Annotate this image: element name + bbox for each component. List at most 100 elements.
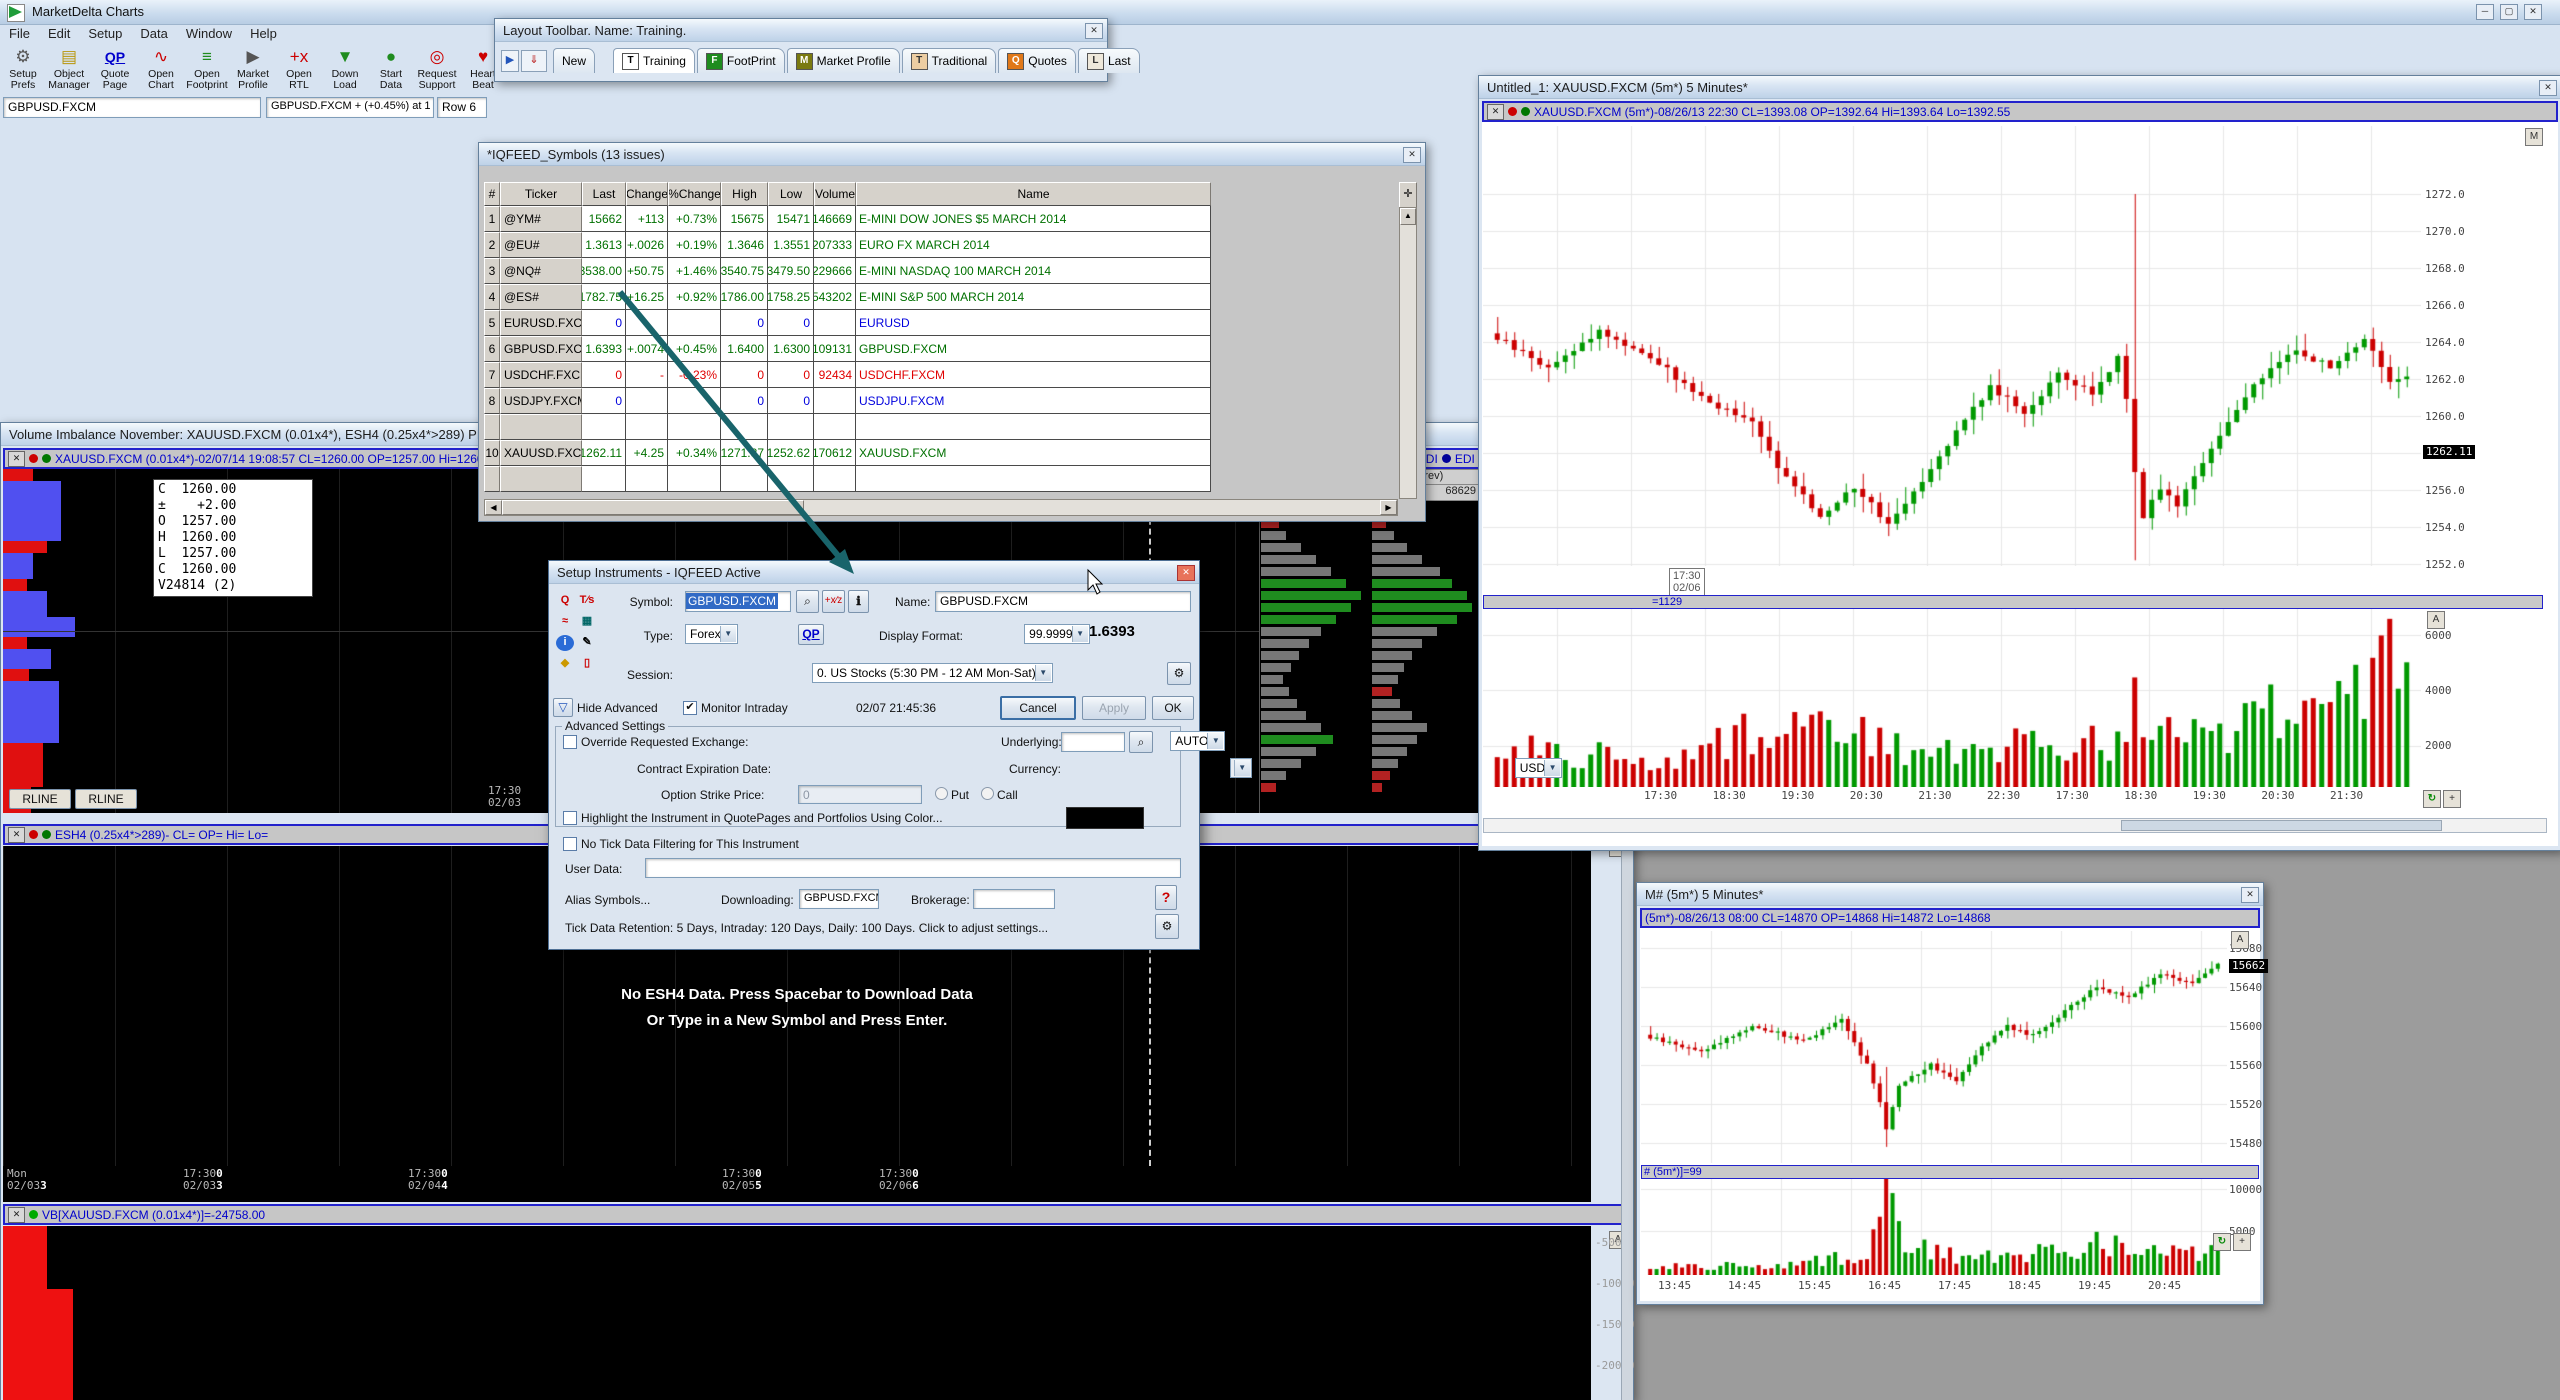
layout-toolbar-titlebar[interactable]: Layout Toolbar. Name: Training. [495, 19, 1107, 42]
override-exchange-dropdown[interactable]: AUTO▼ [1170, 731, 1225, 751]
table-cell[interactable] [500, 414, 582, 440]
untitled1-titlebar[interactable]: Untitled_1: XAUUSD.FXCM (5m*) 5 Minutes* [1479, 76, 2560, 99]
horizontal-scrollbar[interactable] [1483, 818, 2547, 833]
cancel-button[interactable]: Cancel [1000, 696, 1076, 720]
toolbar-button-request-support[interactable]: ◎RequestSupport [415, 45, 459, 91]
rline-button[interactable]: RLINE [75, 789, 137, 809]
column-header-last[interactable]: Last [582, 182, 626, 206]
underlying-search-icon[interactable]: ⌕ [1129, 731, 1153, 753]
table-cell[interactable]: 7 [484, 362, 500, 388]
delete-icon[interactable]: ▯ [578, 656, 596, 672]
table-cell[interactable]: @EU# [500, 232, 582, 258]
maximize-button[interactable]: ▢ [2500, 4, 2518, 20]
table-cell[interactable]: XAUUSD.FXCM [500, 440, 582, 466]
close-button[interactable]: ✕ [2524, 4, 2542, 20]
info-circle-icon[interactable]: ℹ [848, 590, 869, 613]
close-pane-icon[interactable]: ✕ [8, 451, 25, 467]
table-row[interactable]: 10XAUUSD.FXCM1262.11+4.25+0.34%1271.8712… [484, 440, 1211, 466]
table-cell[interactable]: 6 [484, 336, 500, 362]
symbol-input[interactable]: GBPUSD.FXCM [3, 97, 261, 118]
apply-button[interactable]: Apply [1082, 696, 1146, 720]
close-pane-icon[interactable]: ✕ [1487, 104, 1504, 120]
close-pane-icon[interactable]: ✕ [8, 827, 25, 843]
currency-dropdown[interactable]: USD▼ [1515, 758, 1562, 778]
tab-last[interactable]: LLast [1078, 48, 1140, 73]
alert-bell-icon[interactable]: ◆ [556, 656, 574, 672]
downloading-field[interactable]: GBPUSD.FXCM [799, 889, 879, 909]
column-header-name[interactable]: Name [856, 182, 1211, 206]
zoom-in-button[interactable]: + [2233, 1233, 2251, 1251]
menu-file[interactable]: File [0, 24, 39, 43]
toolbar-button-object-manager[interactable]: ▤ObjectManager [47, 45, 91, 91]
table-row[interactable]: 8USDJPY.FXCM000USDJPU.FXCM [484, 388, 1211, 414]
maximize-pane-button[interactable]: M [2525, 128, 2543, 146]
menu-edit[interactable]: Edit [39, 24, 79, 43]
table-cell[interactable] [484, 414, 500, 440]
table-cell[interactable]: 5 [484, 310, 500, 336]
menu-help[interactable]: Help [241, 24, 286, 43]
table-cell[interactable] [484, 466, 500, 492]
ym-titlebar[interactable]: M# (5m*) 5 Minutes* [1637, 883, 2263, 906]
menu-window[interactable]: Window [177, 24, 241, 43]
volume-chart[interactable] [1641, 1179, 2227, 1275]
table-cell[interactable]: @ES# [500, 284, 582, 310]
table-cell[interactable]: EURUSD.FXCM [500, 310, 582, 336]
table-row[interactable] [484, 466, 1211, 492]
table-cell[interactable]: USDJPY.FXCM [500, 388, 582, 414]
user-data-field[interactable] [645, 858, 1181, 878]
tick-retention-link[interactable]: Tick Data Retention: 5 Days, Intraday: 1… [565, 921, 1048, 935]
put-radio[interactable] [935, 787, 948, 800]
table-row[interactable]: 2@EU#1.3613+.0026+0.19%1.36461.355120733… [484, 232, 1211, 258]
table-horizontal-scrollbar[interactable]: ◀ ▶ [484, 499, 1398, 516]
play-icon[interactable]: ▶ [501, 50, 519, 72]
column-header-change[interactable]: %Change [668, 182, 721, 206]
table-cell[interactable]: 4 [484, 284, 500, 310]
menu-setup[interactable]: Setup [79, 24, 131, 43]
tab-footprint[interactable]: FFootPrint [697, 48, 785, 73]
table-cell[interactable]: USDCHF.FXCM [500, 362, 582, 388]
tab-new[interactable]: New [553, 48, 595, 73]
symbol-field[interactable]: GBPUSD.FXCM [685, 591, 791, 612]
retention-gear-icon[interactable]: ⚙ [1155, 914, 1179, 939]
info-icon[interactable]: i [556, 635, 574, 651]
untitled1-close-icon[interactable]: ✕ [2539, 80, 2557, 96]
highlight-color-swatch[interactable] [1066, 807, 1144, 829]
dialog-close-icon[interactable]: ✕ [1177, 565, 1195, 581]
table-row[interactable]: 1@YM#15662+113+0.73%1567515471146669E-MI… [484, 206, 1211, 232]
toolbar-button-quote-page[interactable]: QPQuotePage [93, 45, 137, 91]
volume-chart[interactable] [1483, 609, 2421, 787]
xyz-add-icon[interactable]: +x⁄z [822, 590, 845, 613]
close-pane-icon[interactable]: ✕ [8, 1207, 25, 1223]
table-row[interactable]: 5EURUSD.FXCM000EURUSD [484, 310, 1211, 336]
table-cell[interactable]: 2 [484, 232, 500, 258]
underlying-field[interactable] [1061, 732, 1125, 752]
table-cell[interactable]: 3 [484, 258, 500, 284]
toolbar-button-open-footprint[interactable]: ≡OpenFootprint [185, 45, 229, 91]
chart-icon[interactable]: ≈ [556, 614, 574, 630]
session-dropdown[interactable]: 0. US Stocks (5:30 PM - 12 AM Mon-Sat)▼ [812, 663, 1053, 683]
call-radio[interactable] [981, 787, 994, 800]
tab-traditional[interactable]: TTraditional [902, 48, 997, 73]
iqfeed-symbols-close-icon[interactable]: ✕ [1403, 147, 1421, 163]
column-header-change[interactable]: Change [626, 182, 668, 206]
table-row[interactable]: 3@NQ#3538.00+50.75+1.46%3540.753479.5022… [484, 258, 1211, 284]
tab-market-profile[interactable]: MMarket Profile [787, 48, 900, 73]
override-exchange-checkbox[interactable] [563, 735, 577, 749]
name-field[interactable]: GBPUSD.FXCM [935, 591, 1191, 612]
import-layout-icon[interactable]: ⇓ [521, 50, 547, 72]
column-header-high[interactable]: High [721, 182, 768, 206]
table-vertical-scrollbar[interactable]: ▲ [1399, 207, 1417, 499]
help-button[interactable]: ? [1155, 885, 1177, 910]
edit-icon[interactable]: ✎ [578, 635, 596, 651]
session-settings-gear-icon[interactable]: ⚙ [1167, 662, 1191, 685]
highlight-color-checkbox[interactable] [563, 811, 577, 825]
column-header-ticker[interactable]: Ticker [500, 182, 582, 206]
toolbar-button-setup-prefs[interactable]: ⚙SetupPrefs [1, 45, 45, 91]
iqfeed-symbols-titlebar[interactable]: *IQFEED_Symbols (13 issues) [479, 143, 1425, 166]
tab-training[interactable]: TTraining [613, 48, 695, 73]
brokerage-field[interactable] [973, 889, 1055, 909]
tab-quotes[interactable]: QQuotes [998, 48, 1076, 73]
volume-breakdown-pane[interactable] [3, 1226, 1591, 1400]
toolbar-button-start-data[interactable]: ●StartData [369, 45, 413, 91]
monitor-icon[interactable]: ▦ [578, 614, 596, 630]
